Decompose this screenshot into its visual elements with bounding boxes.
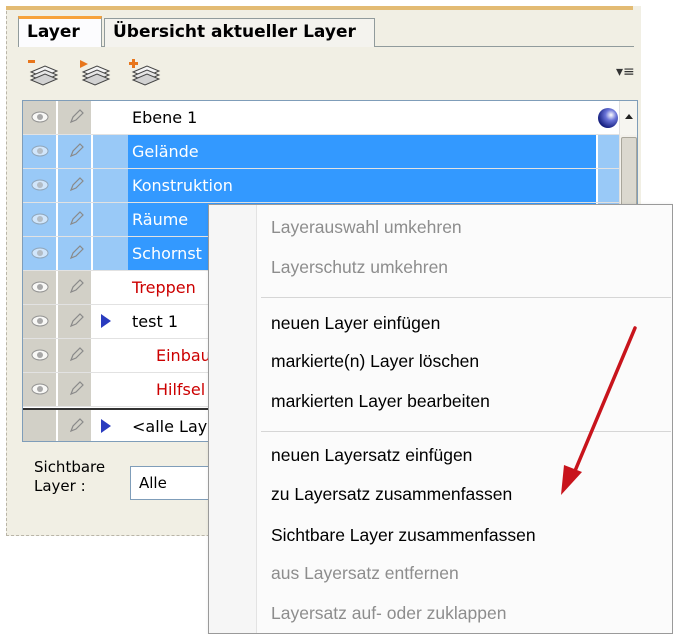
expand-cell[interactable]	[93, 373, 128, 406]
lock-edit-toggle[interactable]	[58, 339, 92, 372]
context-menu-separator	[261, 431, 671, 432]
visibility-toggle[interactable]	[23, 373, 57, 406]
eye-icon	[31, 145, 49, 157]
layer-color-cell	[598, 101, 619, 134]
pencil-icon	[69, 245, 84, 260]
lock-edit-toggle[interactable]	[58, 203, 92, 236]
expand-cell[interactable]	[93, 135, 128, 168]
panel-menu-icon[interactable]: ▾≡	[616, 64, 635, 80]
expand-cell[interactable]	[93, 339, 128, 372]
tab-current-layer-overview[interactable]: Übersicht aktueller Layer	[104, 18, 375, 47]
visibility-toggle[interactable]	[23, 305, 57, 338]
expand-cell[interactable]	[93, 305, 128, 338]
eye-icon	[31, 281, 49, 293]
lock-edit-toggle[interactable]	[58, 169, 92, 202]
pencil-icon	[69, 211, 84, 226]
expand-cell[interactable]	[93, 410, 128, 441]
eye-icon	[31, 315, 49, 327]
pencil-icon	[69, 143, 84, 158]
layer-color-cell	[598, 135, 619, 168]
visibility-toggle[interactable]	[23, 237, 57, 270]
lock-edit-toggle[interactable]	[58, 135, 92, 168]
pencil-icon	[69, 279, 84, 294]
expand-cell[interactable]	[93, 203, 128, 236]
lock-edit-toggle[interactable]	[58, 373, 92, 406]
context-menu-gutter	[209, 205, 257, 633]
eye-icon	[31, 383, 49, 395]
context-menu-item: aus Layersatz entfernen	[271, 563, 459, 583]
layer-name[interactable]: Gelände	[128, 135, 596, 168]
context-menu-item: Layerauswahl umkehren	[271, 217, 462, 237]
visibility-toggle[interactable]	[23, 101, 57, 134]
eye-icon	[31, 179, 49, 191]
layer-row[interactable]: Konstruktion	[23, 169, 619, 203]
context-menu-item[interactable]: markierte(n) Layer löschen	[271, 351, 479, 372]
context-menu-item[interactable]: neuen Layer einfügen	[271, 313, 440, 334]
lock-edit-toggle[interactable]	[58, 410, 92, 441]
pencil-icon	[69, 381, 84, 396]
lock-edit-toggle[interactable]	[58, 237, 92, 270]
expand-arrow-icon[interactable]	[101, 314, 111, 328]
layer-name[interactable]: Konstruktion	[128, 169, 596, 202]
context-menu-item[interactable]: neuen Layersatz einfügen	[271, 445, 472, 466]
visible-layers-label-line1: Sichtbare	[34, 458, 106, 476]
context-menu-item[interactable]: markierten Layer bearbeiten	[271, 391, 490, 412]
eye-icon	[31, 247, 49, 259]
visibility-toggle[interactable]	[23, 203, 57, 236]
visibility-toggle[interactable]	[23, 169, 57, 202]
panel-top-border	[6, 6, 633, 10]
layer-remove-icon[interactable]	[26, 58, 60, 88]
tab-layer[interactable]: Layer	[18, 16, 102, 47]
scroll-up-button[interactable]	[620, 101, 637, 135]
layer-insert-icon[interactable]	[78, 58, 112, 88]
context-menu-separator	[261, 297, 671, 298]
expand-arrow-icon[interactable]	[101, 419, 111, 433]
expand-cell[interactable]	[93, 169, 128, 202]
lock-edit-toggle[interactable]	[58, 271, 92, 304]
lock-edit-toggle[interactable]	[58, 101, 92, 134]
pencil-icon	[69, 347, 84, 362]
layer-row[interactable]: Ebene 1	[23, 101, 619, 135]
context-menu: Layerauswahl umkehren Layerschutz umkehre…	[208, 204, 673, 634]
tab-bar: Layer Übersicht aktueller Layer	[18, 14, 634, 48]
pencil-icon	[69, 313, 84, 328]
scroll-thumb[interactable]	[621, 137, 637, 207]
layer-name[interactable]: Ebene 1	[128, 101, 596, 134]
context-menu-item[interactable]: Sichtbare Layer zusammenfassen	[271, 525, 536, 546]
visibility-toggle[interactable]	[23, 410, 57, 441]
layer-color-cell	[598, 169, 619, 202]
visibility-toggle[interactable]	[23, 271, 57, 304]
visibility-toggle[interactable]	[23, 135, 57, 168]
context-menu-item: Layersatz auf- oder zuklappen	[271, 603, 507, 623]
pencil-icon	[69, 177, 84, 192]
pencil-icon	[69, 418, 84, 433]
visible-layers-label-line2: Layer :	[34, 477, 86, 495]
visible-layers-label: Sichtbare Layer :	[34, 458, 105, 496]
lock-edit-toggle[interactable]	[58, 305, 92, 338]
expand-cell[interactable]	[93, 237, 128, 270]
visibility-toggle[interactable]	[23, 339, 57, 372]
eye-icon	[31, 213, 49, 225]
eye-icon	[31, 111, 49, 123]
pencil-icon	[69, 109, 84, 124]
layer-add-icon[interactable]	[128, 58, 162, 88]
expand-cell[interactable]	[93, 101, 128, 134]
layer-row[interactable]: Gelände	[23, 135, 619, 169]
context-menu-item: Layerschutz umkehren	[271, 257, 449, 277]
expand-cell[interactable]	[93, 271, 128, 304]
context-menu-item[interactable]: zu Layersatz zusammenfassen	[271, 484, 512, 505]
eye-icon	[31, 349, 49, 361]
globe-icon	[598, 108, 618, 128]
